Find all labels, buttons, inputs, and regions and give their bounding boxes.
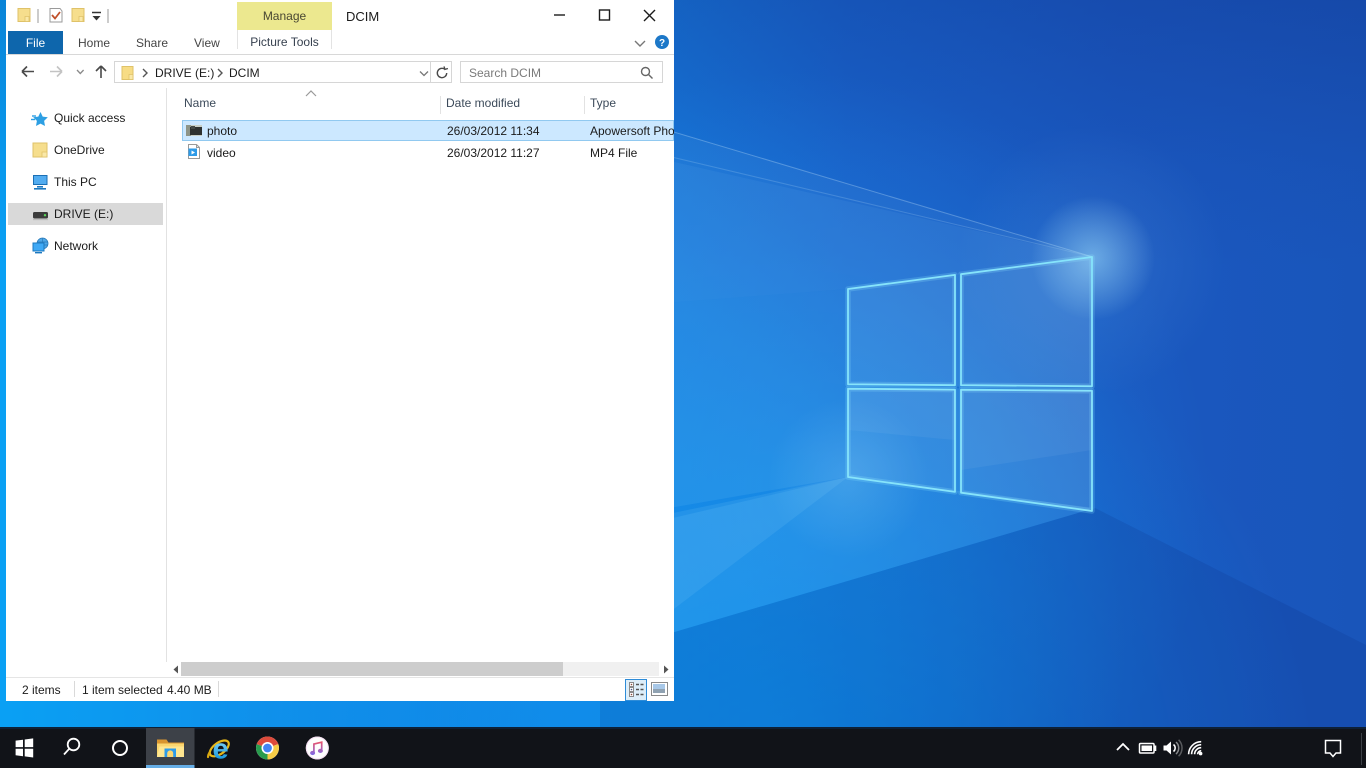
svg-text:?: ? <box>659 38 665 49</box>
svg-text:e: e <box>212 734 228 766</box>
